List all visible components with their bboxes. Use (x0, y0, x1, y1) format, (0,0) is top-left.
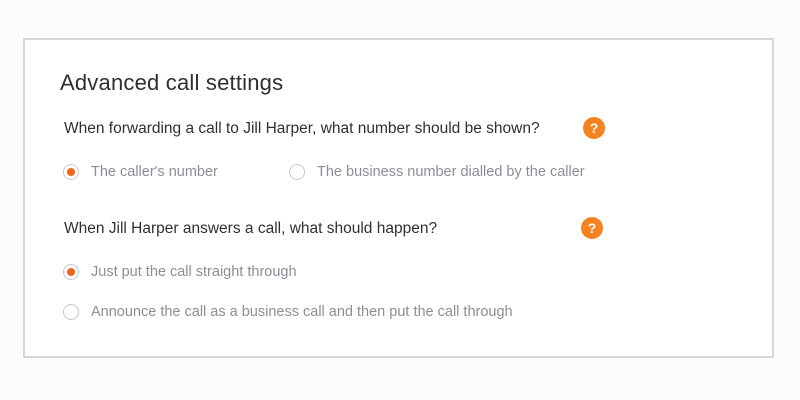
radio-selected[interactable] (63, 264, 79, 280)
question-forwarding-number: When forwarding a call to Jill Harper, w… (64, 120, 540, 137)
option-announce-business-call[interactable]: Announce the call as a business call and… (63, 304, 513, 320)
help-icon[interactable]: ? (581, 217, 603, 239)
panel-title: Advanced call settings (60, 70, 284, 95)
radio-selected[interactable] (63, 164, 79, 180)
option-label: The business number dialled by the calle… (317, 164, 585, 180)
help-icon[interactable]: ? (583, 117, 605, 139)
option-label: Just put the call straight through (91, 264, 297, 280)
option-business-number[interactable]: The business number dialled by the calle… (289, 164, 585, 180)
radio-unselected[interactable] (63, 304, 79, 320)
option-label: The caller's number (91, 164, 218, 180)
option-callers-number[interactable]: The caller's number (63, 164, 218, 180)
question-answer-behaviour: When Jill Harper answers a call, what sh… (64, 220, 438, 237)
option-label: Announce the call as a business call and… (91, 304, 513, 320)
advanced-call-settings-panel: Advanced call settings When forwarding a… (23, 38, 774, 358)
option-put-straight-through[interactable]: Just put the call straight through (63, 264, 297, 280)
radio-unselected[interactable] (289, 164, 305, 180)
